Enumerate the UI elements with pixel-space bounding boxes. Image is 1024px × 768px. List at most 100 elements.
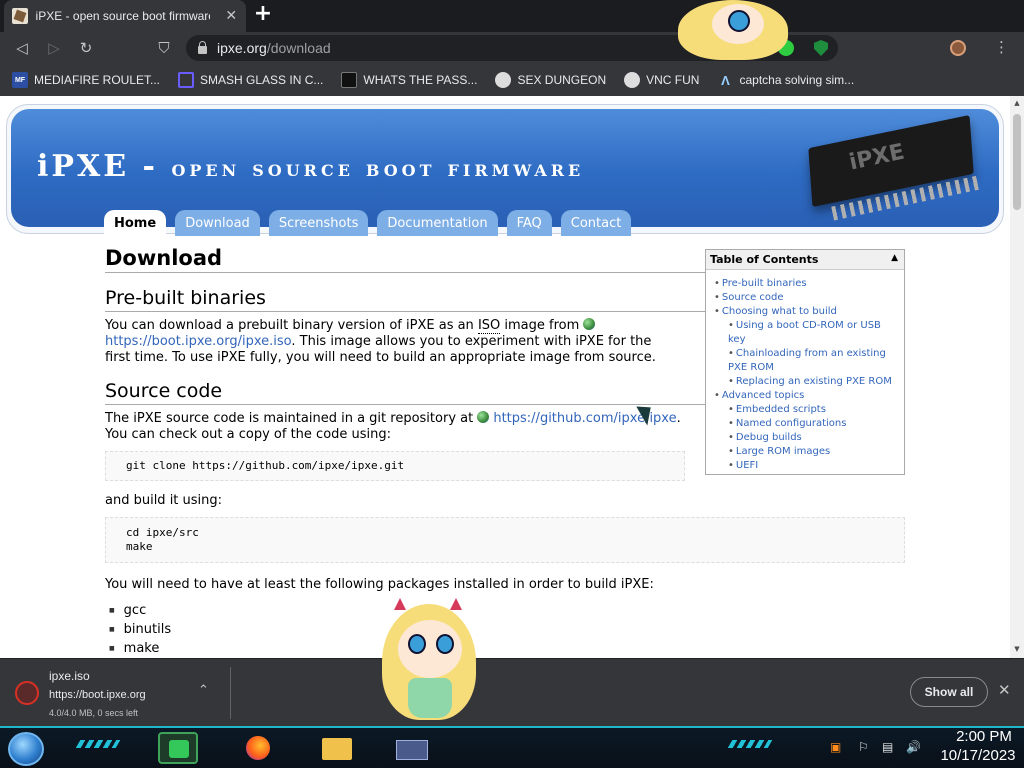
- network-icon[interactable]: ▤: [882, 740, 893, 754]
- download-status: 4.0/4.0 MB, 0 secs left: [49, 708, 139, 718]
- packages-text: You will need to have at least the follo…: [105, 577, 654, 592]
- browser-tab[interactable]: iPXE - open source boot firmware ✕: [4, 0, 246, 32]
- forward-icon[interactable]: ▷: [44, 38, 64, 58]
- ipxe-iso-link[interactable]: https://boot.ipxe.org/ipxe.iso: [105, 334, 291, 349]
- firefox-icon: [246, 736, 270, 760]
- new-tab-button[interactable]: +: [252, 3, 274, 26]
- tab-title: iPXE - open source boot firmware: [35, 9, 211, 23]
- bookmark-label: SEX DUNGEON: [517, 73, 607, 87]
- toc-item[interactable]: UEFI: [714, 459, 898, 473]
- bookmark-icon[interactable]: ⛉: [154, 38, 174, 58]
- volume-icon[interactable]: 🔊: [906, 740, 921, 754]
- collapse-icon[interactable]: ▲: [891, 253, 898, 263]
- bookmark-vnc-fun[interactable]: VNC FUN: [624, 72, 699, 88]
- eye: [728, 10, 750, 32]
- character-sticker-top: [672, 0, 792, 62]
- download-item[interactable]: ipxe.iso https://boot.ipxe.org 4.0/4.0 M…: [12, 667, 222, 719]
- toc-item[interactable]: Embedded scripts: [714, 403, 898, 417]
- bookmark-smash-glass[interactable]: SMASH GLASS IN C...: [178, 72, 323, 88]
- start-button[interactable]: [8, 732, 44, 766]
- text: image from: [500, 318, 580, 333]
- taskbar: ▣ ⚐ ▤ 🔊 2:00 PM 10/17/2023: [0, 726, 1024, 768]
- bookmark-mediafire[interactable]: MF MEDIAFIRE ROULET...: [12, 72, 160, 88]
- menu-icon[interactable]: ⋮: [994, 38, 1009, 56]
- site-icon: [341, 72, 358, 88]
- text: You can download a prebuilt binary versi…: [105, 318, 478, 333]
- chevron-up-icon[interactable]: ⌃: [198, 683, 209, 698]
- notes-icon: [169, 740, 189, 758]
- bookmark-label: VNC FUN: [646, 73, 700, 87]
- mediafire-icon: MF: [12, 72, 28, 88]
- toc-item[interactable]: Advanced topics: [714, 389, 898, 403]
- nav-documentation[interactable]: Documentation: [377, 210, 498, 236]
- bookmark-label: MEDIAFIRE ROULET...: [34, 73, 161, 87]
- close-icon[interactable]: ✕: [998, 681, 1011, 699]
- bookmarks-bar: MF MEDIAFIRE ROULET... SMASH GLASS IN C.…: [0, 64, 1024, 96]
- packages-list: gcc binutils make: [109, 601, 905, 658]
- tab-strip: iPXE - open source boot firmware ✕ +: [0, 0, 1024, 32]
- site-title: iPXE - open source boot firmware: [37, 149, 584, 184]
- divider: [230, 667, 231, 719]
- toc-item[interactable]: Replacing an existing PXE ROM: [714, 375, 898, 389]
- list-item: binutils: [109, 620, 905, 639]
- bookmark-whats-the-pass[interactable]: WHATS THE PASS...: [341, 72, 477, 88]
- taskbar-app-explorer[interactable]: [318, 732, 358, 764]
- toc-item[interactable]: Debug builds: [714, 431, 898, 445]
- site-title-main: iPXE -: [37, 149, 172, 184]
- bookmark-label: captcha solving sim...: [739, 73, 855, 87]
- toc-item[interactable]: Choosing what to build: [714, 305, 898, 319]
- list-item: make: [109, 639, 905, 658]
- flag-icon[interactable]: ⚐: [858, 740, 869, 754]
- site-nav: Home Download Screenshots Documentation …: [104, 210, 640, 236]
- text: The iPXE source code is maintained in a …: [105, 411, 478, 426]
- clock-time[interactable]: 2:00 PM: [944, 728, 1024, 745]
- file-icon: [15, 681, 39, 705]
- git-clone-code: git clone https://github.com/ipxe/ipxe.g…: [105, 451, 685, 481]
- toc-item[interactable]: Using a boot CD-ROM or USB key: [714, 319, 898, 347]
- iso-abbr: ISO: [477, 318, 501, 334]
- toc-item[interactable]: Chainloading from an existing PXE ROM: [714, 347, 898, 375]
- taskbar-app-firefox[interactable]: [240, 732, 280, 764]
- nav-download[interactable]: Download: [175, 210, 260, 236]
- scroll-thumb[interactable]: [1013, 114, 1021, 210]
- scroll-up-icon[interactable]: ▲: [1013, 99, 1021, 107]
- nav-screenshots[interactable]: Screenshots: [268, 210, 369, 236]
- reload-icon[interactable]: ↻: [76, 38, 96, 58]
- scroll-down-icon[interactable]: ▼: [1013, 645, 1021, 653]
- clock-date[interactable]: 10/17/2023: [932, 747, 1024, 764]
- build-code: cd ipxe/src make: [105, 517, 905, 563]
- toc-list: Pre-built binaries Source code Choosing …: [706, 270, 904, 473]
- bookmark-label: WHATS THE PASS...: [363, 73, 478, 87]
- toc-item[interactable]: Source code: [714, 291, 898, 305]
- toc-item[interactable]: Pre-built binaries: [714, 277, 898, 291]
- tray-app-icon[interactable]: ▣: [830, 740, 841, 754]
- build-text: and build it using:: [105, 493, 223, 508]
- bookmark-sex-dungeon[interactable]: SEX DUNGEON: [495, 72, 606, 88]
- taskbar-app-window[interactable]: [392, 732, 432, 764]
- url-host: ipxe.org: [217, 40, 267, 56]
- close-tab-icon[interactable]: ✕: [224, 8, 238, 24]
- bookmark-captcha[interactable]: Λ captcha solving sim...: [717, 72, 854, 88]
- decoration: [75, 740, 121, 748]
- show-all-button[interactable]: Show all: [910, 677, 988, 707]
- lock-icon[interactable]: [198, 41, 207, 54]
- page-scrollbar[interactable]: ▲ ▼: [1010, 96, 1024, 658]
- horn: [450, 598, 462, 610]
- eye: [408, 634, 426, 654]
- eye: [436, 634, 454, 654]
- taskbar-app-notes[interactable]: [158, 732, 198, 764]
- nav-home[interactable]: Home: [104, 210, 167, 236]
- web-page: iPXE - open source boot firmware iPXE Ho…: [0, 96, 1024, 658]
- download-bar: ipxe.iso https://boot.ipxe.org 4.0/4.0 M…: [0, 658, 1024, 726]
- download-url: https://boot.ipxe.org: [49, 689, 146, 701]
- toc-item[interactable]: Named configurations: [714, 417, 898, 431]
- gear-icon: [624, 72, 641, 88]
- nav-contact[interactable]: Contact: [560, 210, 632, 236]
- list-item: gcc: [109, 601, 905, 620]
- back-icon[interactable]: ◁: [12, 38, 32, 58]
- toc-item[interactable]: Large ROM images: [714, 445, 898, 459]
- section-heading-source: Source code: [105, 380, 705, 405]
- nav-faq[interactable]: FAQ: [506, 210, 552, 236]
- profile-avatar[interactable]: [950, 40, 966, 56]
- browser-toolbar: ◁ ▷ ↻ ⛉ ipxe.org/download ⋮: [0, 32, 1024, 64]
